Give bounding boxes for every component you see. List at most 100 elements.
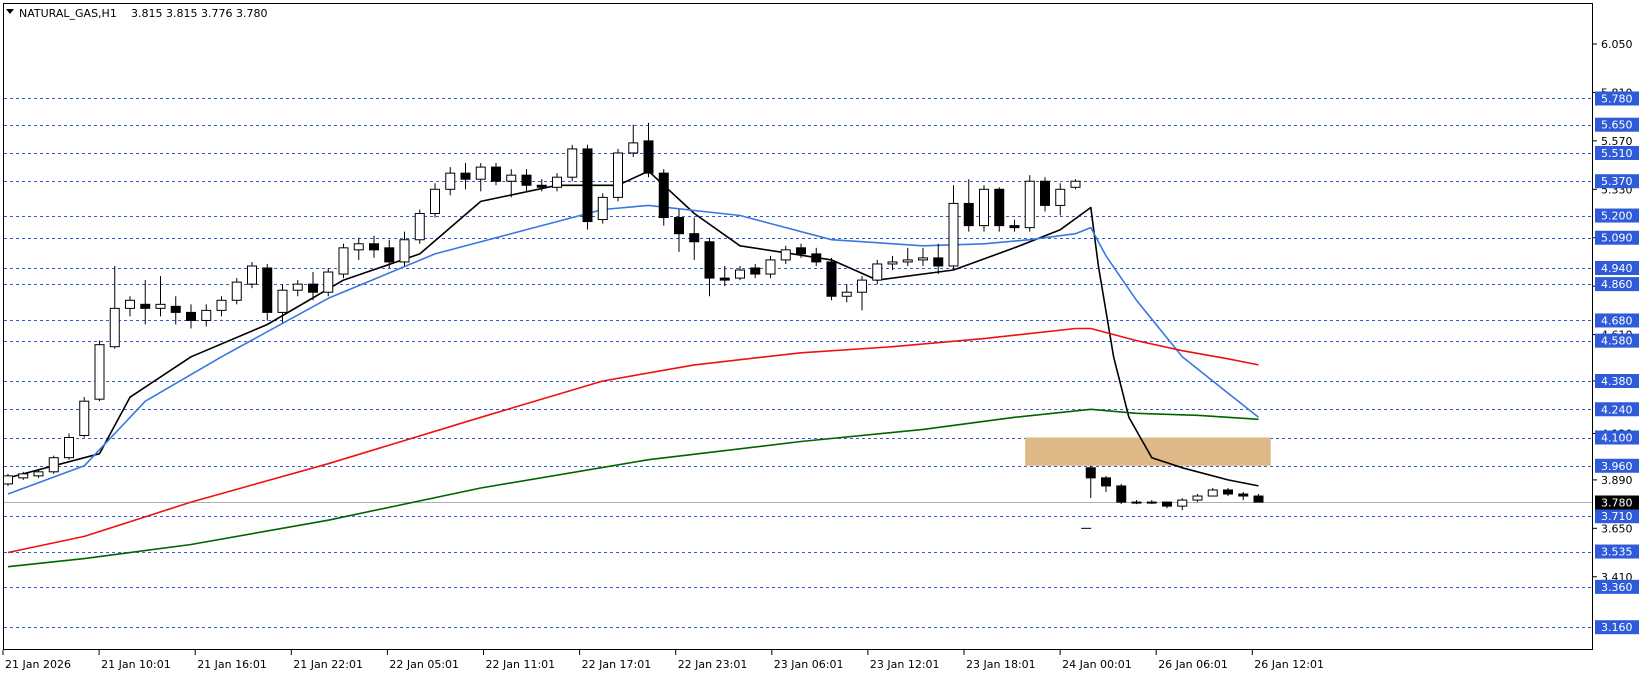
time-label: 26 Jan 06:01 [1158,658,1228,671]
candle-body-bull [216,299,227,311]
candle-body-bear [308,283,318,293]
candle[interactable] [994,187,1005,232]
candle-body-bull [247,265,257,285]
candle[interactable] [48,455,59,474]
level-label: 3.160 [1601,621,1633,634]
time-label: 21 Jan 22:01 [293,658,363,671]
candle-body-bear [384,247,395,263]
candle[interactable] [1024,175,1035,232]
candle-body-bull [48,457,59,473]
candle[interactable] [231,278,242,305]
candle-body-bull [475,166,486,180]
candle[interactable] [597,193,608,224]
candle-body-bull [552,176,562,188]
candle-body-bull [64,437,74,459]
level-label: 4.380 [1601,375,1633,388]
candle-body-bull [155,303,166,309]
candle-body-bull [780,249,791,261]
chart-header: NATURAL_GAS,H1 3.815 3.815 3.776 3.780 [6,7,267,20]
candle-body-bear [186,311,196,321]
candle-body-bull [1207,489,1218,497]
price-tick-label: 6.050 [1601,38,1633,51]
candle-body-bear [811,253,822,263]
candle[interactable] [979,185,989,232]
level-label: 5.200 [1601,210,1633,223]
candle-body-bull [1146,501,1157,504]
candle-body-bear [1009,225,1020,229]
candle[interactable] [567,144,578,182]
candle-body-bear [933,257,944,267]
candle-body-bull [613,152,623,198]
candle-body-bull [765,259,776,275]
time-label: 24 Jan 00:01 [1062,658,1132,671]
candle[interactable] [247,261,257,289]
chart-canvas[interactable]: 6.0505.8105.5705.3305.0904.8504.6104.380… [0,0,1641,675]
candle-body-bull [338,247,349,275]
candle-body-bull [872,263,883,281]
candle-body-bear [994,188,1005,227]
level-label: 3.960 [1601,460,1633,473]
candle[interactable] [323,267,334,297]
candle-body-bull [887,261,898,265]
candle[interactable] [338,243,349,279]
level-label: 4.100 [1601,432,1633,445]
candle-body-bear [1253,495,1264,503]
candle-body-bull [979,188,989,227]
level-label: 5.780 [1601,92,1633,105]
candle[interactable] [3,473,13,486]
candle-body-bull [399,239,410,263]
ohlc-values: 3.815 3.815 3.776 3.780 [131,7,267,20]
candle-body-bull [414,213,425,241]
candle-body-bull [277,289,288,313]
candle-body-bull [841,291,852,297]
current-price-label: 3.780 [1601,497,1633,510]
candle[interactable] [613,148,623,202]
candle-body-bull [109,307,120,348]
candle-body-bull [857,279,867,293]
level-label: 5.650 [1601,119,1633,132]
candle-body-bull [125,299,135,309]
candle-body-bull [18,473,29,479]
time-label: 21 Jan 10:01 [101,658,171,671]
level-label: 4.860 [1601,278,1633,291]
candle-body-bear [658,172,669,219]
candle-body-bull [597,196,608,221]
symbol-label: NATURAL_GAS,H1 [19,7,117,20]
candle-body-bull [445,172,456,190]
candle-body-bear [796,247,806,255]
price-axis: 6.0505.8105.5705.3305.0904.8504.6104.380… [1593,38,1639,635]
candle[interactable] [262,263,273,321]
time-label: 22 Jan 11:01 [486,658,556,671]
candle[interactable] [1116,483,1127,505]
candle[interactable] [872,259,883,285]
candle[interactable] [414,209,425,244]
candle-body-bear [140,303,151,309]
candle[interactable] [582,144,593,230]
level-label: 3.710 [1601,510,1633,523]
candle-body-bear [1162,501,1172,507]
candle-body-bull [1192,495,1203,501]
candle-body-bear [1101,477,1111,487]
candle-body-bull [3,475,13,485]
time-label: 23 Jan 12:01 [870,658,940,671]
candle[interactable] [826,257,837,301]
candle-body-bear [536,184,547,188]
candle-body-bull [1177,499,1188,507]
candle-body-bull [79,400,90,436]
candle-body-bull [430,188,440,215]
candle-body-bear [521,174,532,186]
candle-body-bull [1131,501,1142,504]
time-label: 23 Jan 18:01 [966,658,1036,671]
candle-body-bear [643,140,654,174]
candle-body-bear [170,305,181,313]
candle[interactable] [79,397,90,438]
candle[interactable] [94,340,105,402]
candle-body-bull [902,259,913,263]
candle-body-bull [94,344,105,400]
candle-body-bear [1040,180,1050,206]
candle-body-bull [735,269,745,279]
level-label: 5.090 [1601,232,1633,245]
candle[interactable] [64,433,74,460]
candle-body-bear [704,241,715,279]
candle[interactable] [658,169,669,226]
